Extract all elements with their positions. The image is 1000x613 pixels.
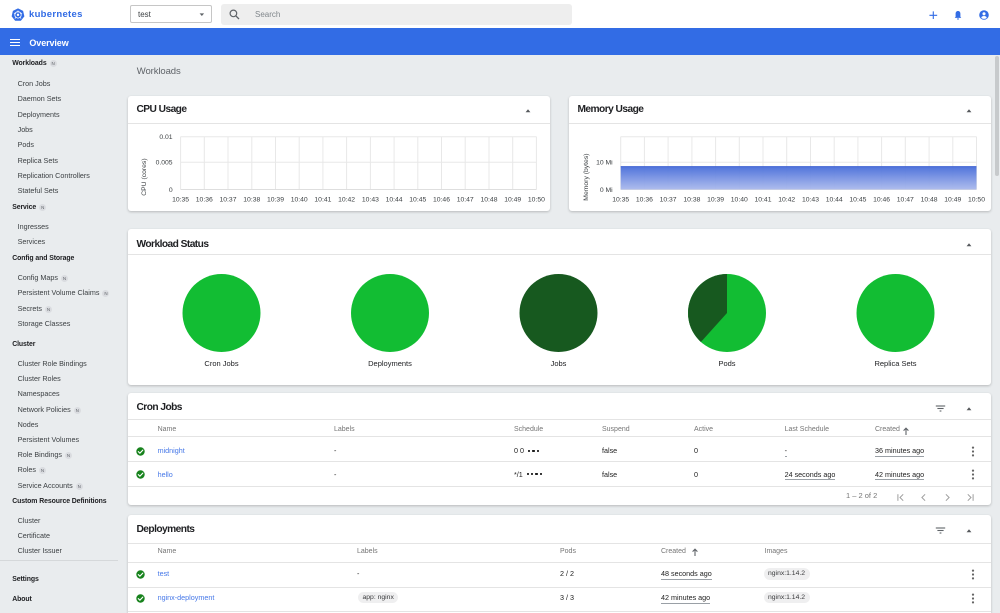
svg-text:10:45: 10:45 bbox=[849, 197, 866, 204]
svg-text:10:49: 10:49 bbox=[504, 197, 521, 204]
svg-text:10:44: 10:44 bbox=[826, 197, 843, 204]
svg-text:10:47: 10:47 bbox=[897, 197, 914, 204]
svg-text:10:39: 10:39 bbox=[267, 197, 284, 204]
svg-text:10:44: 10:44 bbox=[386, 197, 403, 204]
svg-text:10:36: 10:36 bbox=[636, 197, 653, 204]
svg-text:10:50: 10:50 bbox=[528, 197, 545, 204]
svg-text:10:43: 10:43 bbox=[802, 197, 819, 204]
svg-text:10:43: 10:43 bbox=[362, 197, 379, 204]
svg-text:10:38: 10:38 bbox=[683, 197, 700, 204]
svg-text:0.01: 0.01 bbox=[159, 134, 172, 141]
svg-text:10:48: 10:48 bbox=[921, 197, 938, 204]
svg-text:10:47: 10:47 bbox=[457, 197, 474, 204]
svg-text:10:37: 10:37 bbox=[660, 197, 677, 204]
svg-text:Memory (bytes): Memory (bytes) bbox=[583, 153, 590, 200]
svg-text:0 Mi: 0 Mi bbox=[600, 187, 613, 194]
svg-text:10:40: 10:40 bbox=[731, 197, 748, 204]
svg-text:10:38: 10:38 bbox=[243, 197, 260, 204]
svg-text:10:45: 10:45 bbox=[409, 197, 426, 204]
svg-text:CPU (cores): CPU (cores) bbox=[141, 158, 148, 195]
svg-text:10:46: 10:46 bbox=[873, 197, 890, 204]
svg-text:10:46: 10:46 bbox=[433, 197, 450, 204]
svg-text:10:49: 10:49 bbox=[944, 197, 961, 204]
svg-text:10:42: 10:42 bbox=[338, 197, 355, 204]
svg-text:10:37: 10:37 bbox=[219, 197, 236, 204]
svg-text:10:35: 10:35 bbox=[612, 197, 629, 204]
svg-text:10:41: 10:41 bbox=[754, 197, 771, 204]
svg-text:10:42: 10:42 bbox=[778, 197, 795, 204]
svg-text:10:48: 10:48 bbox=[480, 197, 497, 204]
svg-text:10:41: 10:41 bbox=[314, 197, 331, 204]
svg-text:10:35: 10:35 bbox=[172, 197, 189, 204]
svg-text:10:40: 10:40 bbox=[291, 197, 308, 204]
svg-text:0.005: 0.005 bbox=[156, 160, 173, 167]
svg-text:0: 0 bbox=[169, 187, 173, 194]
svg-text:10 Mi: 10 Mi bbox=[596, 160, 613, 167]
svg-text:10:36: 10:36 bbox=[196, 197, 213, 204]
svg-text:10:39: 10:39 bbox=[707, 197, 724, 204]
svg-text:10:50: 10:50 bbox=[968, 197, 985, 204]
